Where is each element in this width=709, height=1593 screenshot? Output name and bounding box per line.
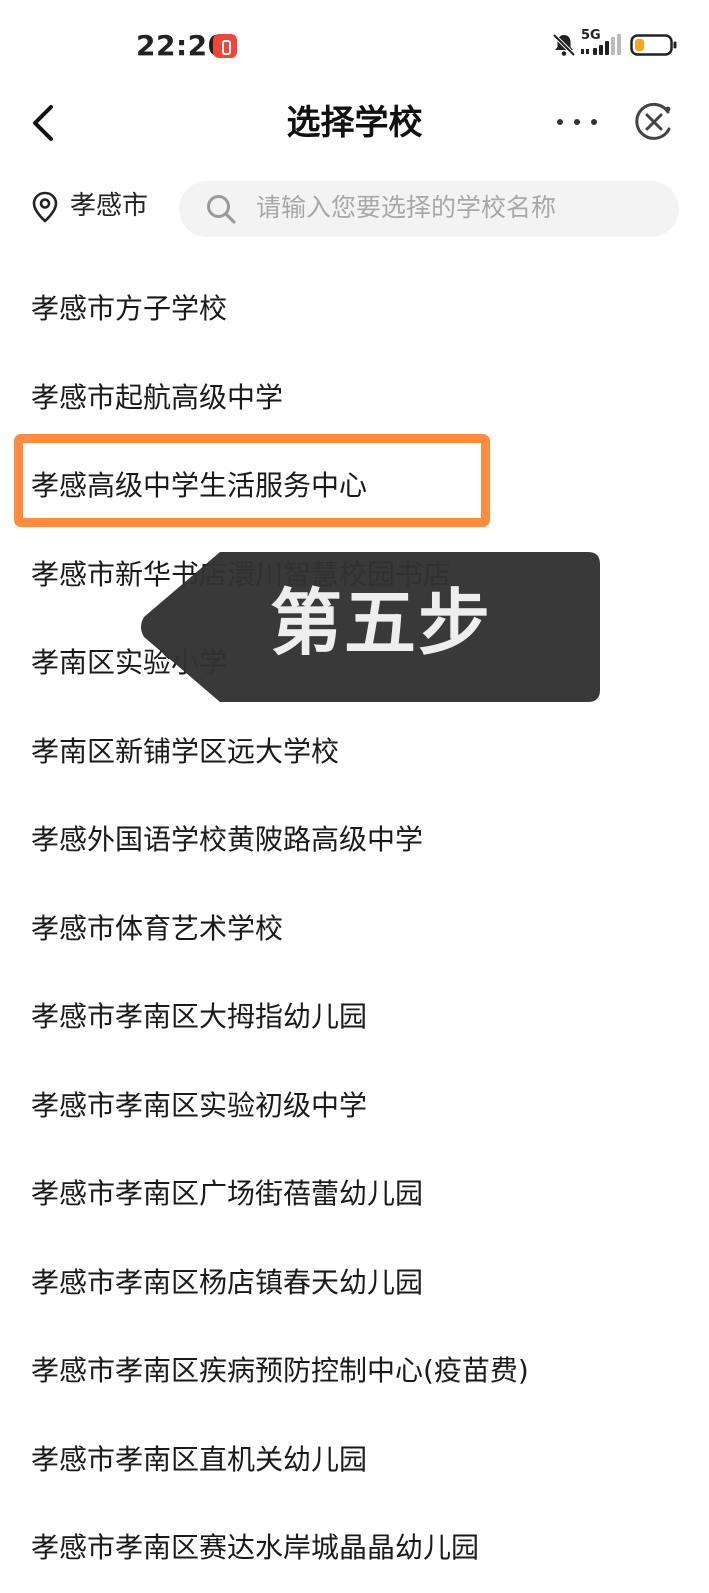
school-list-item[interactable]: 孝感市起航高级中学	[0, 354, 709, 443]
school-list-item[interactable]: 孝感市孝南区实验初级中学	[0, 1062, 709, 1151]
tutorial-step-tooltip: 第五步	[138, 552, 602, 702]
location-label[interactable]: 孝感市	[70, 188, 148, 224]
notification-badge-icon	[213, 34, 237, 58]
school-list-item[interactable]: 孝感市孝南区直机关幼儿园	[0, 1416, 709, 1505]
page-title: 选择学校	[286, 103, 423, 143]
school-list-item[interactable]: 孝感市孝南区杨店镇春天幼儿园	[0, 1239, 709, 1328]
search-icon	[207, 195, 236, 224]
school-list-item[interactable]: 孝感市孝南区大拇指幼儿园	[0, 973, 709, 1062]
status-bar: 22:20 5G	[0, 0, 709, 90]
mute-icon	[552, 33, 576, 57]
search-input[interactable]: 请输入您要选择的学校名称	[179, 181, 679, 237]
school-list-item[interactable]: 孝感市孝南区疾病预防控制中心(疫苗费)	[0, 1327, 709, 1416]
battery-icon	[630, 34, 677, 56]
nav-bar: 选择学校	[0, 90, 709, 156]
school-list-item[interactable]: 孝感市孝南区广场街蓓蕾幼儿园	[0, 1150, 709, 1239]
school-list-item[interactable]: 孝感外国语学校黄陂路高级中学	[0, 796, 709, 885]
more-icon[interactable]	[554, 110, 600, 134]
school-list-item[interactable]: 孝感市方子学校	[0, 265, 709, 354]
school-list-item[interactable]: 孝感市孝南区赛达水岸城晶晶幼儿园	[0, 1504, 709, 1593]
signal-icon	[581, 34, 621, 55]
search-placeholder: 请输入您要选择的学校名称	[256, 193, 557, 222]
school-list-item[interactable]: 孝感市体育艺术学校	[0, 885, 709, 974]
tutorial-step-label: 第五步	[270, 581, 493, 665]
school-list-item[interactable]: 孝南区新铺学区远大学校	[0, 708, 709, 797]
tutorial-highlight-frame	[14, 434, 490, 527]
close-icon[interactable]	[632, 100, 676, 144]
location-pin-icon[interactable]	[31, 191, 59, 223]
